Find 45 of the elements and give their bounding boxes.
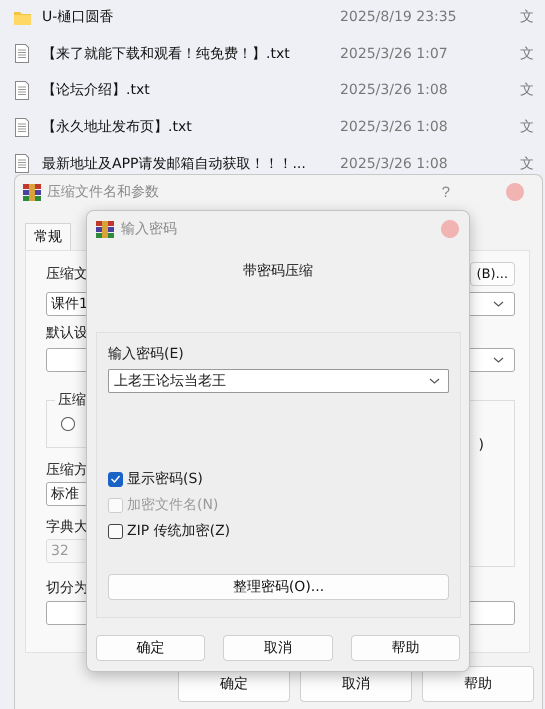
file-name[interactable]: U-樋口圆香 — [42, 8, 340, 26]
file-type: 文 — [520, 8, 534, 26]
folder-icon — [14, 10, 30, 25]
file-date: 2025/3/26 1:08 — [340, 156, 449, 172]
file-date: 2025/3/26 1:08 — [340, 82, 449, 98]
dialog-button[interactable]: 帮助 — [422, 666, 534, 702]
password-combobox[interactable]: 上老王论坛当老王 — [108, 369, 449, 393]
text-file-icon — [15, 44, 29, 64]
field-label: 输入密码(E) — [108, 345, 185, 363]
manage-passwords-button[interactable]: 整理密码(O)... — [108, 574, 449, 600]
file-date: 2025/3/26 1:07 — [340, 46, 449, 62]
file-date: 2025/8/19 23:35 — [340, 9, 458, 26]
file-name[interactable]: 最新地址及APP请发邮箱自动获取！！！... — [42, 154, 340, 173]
field-label: 压缩方 — [46, 461, 88, 479]
checkbox[interactable] — [108, 524, 123, 538]
window-title: 输入密码 — [121, 220, 178, 238]
checkbox-label: ZIP 传统加密(Z) — [127, 522, 230, 540]
file-type: 文 — [520, 154, 534, 173]
tab[interactable]: 常规 — [25, 223, 71, 250]
text-file-icon — [15, 80, 29, 100]
dialog-button[interactable]: 帮助 — [350, 635, 460, 661]
dialog-button[interactable]: 取消 — [223, 635, 333, 661]
checkbox[interactable] — [108, 472, 123, 486]
group-label: 压缩 — [55, 391, 89, 409]
file-name[interactable]: 【论坛介绍】.txt — [42, 81, 340, 100]
file-name[interactable]: 【永久地址发布页】.txt — [42, 118, 340, 136]
window-title: 压缩文件名和参数 — [47, 183, 160, 201]
field-label: 默认设 — [46, 324, 88, 342]
file-name[interactable]: 【来了就能下载和观看！纯免费！】.txt — [42, 44, 340, 63]
archive-icon — [23, 184, 41, 200]
file-type: 文 — [520, 118, 534, 136]
text-file-icon — [15, 118, 29, 137]
radio-button[interactable] — [61, 417, 75, 431]
field-label: 压缩文 — [46, 265, 88, 283]
checkmark-icon — [110, 474, 121, 484]
checkbox-label: 加密文件名(N) — [127, 496, 218, 514]
file-date: 2025/3/26 1:08 — [340, 119, 449, 136]
file-type: 文 — [520, 81, 534, 100]
file-type: 文 — [520, 44, 534, 63]
checkbox-label: 显示密码(S) — [127, 470, 203, 488]
archive-icon — [96, 220, 114, 238]
option-label: ) — [478, 437, 484, 453]
dialog-heading: 带密码压缩 — [242, 262, 314, 281]
browse-button[interactable]: (B)... — [470, 262, 515, 286]
dialog-button[interactable]: 确定 — [96, 635, 206, 661]
